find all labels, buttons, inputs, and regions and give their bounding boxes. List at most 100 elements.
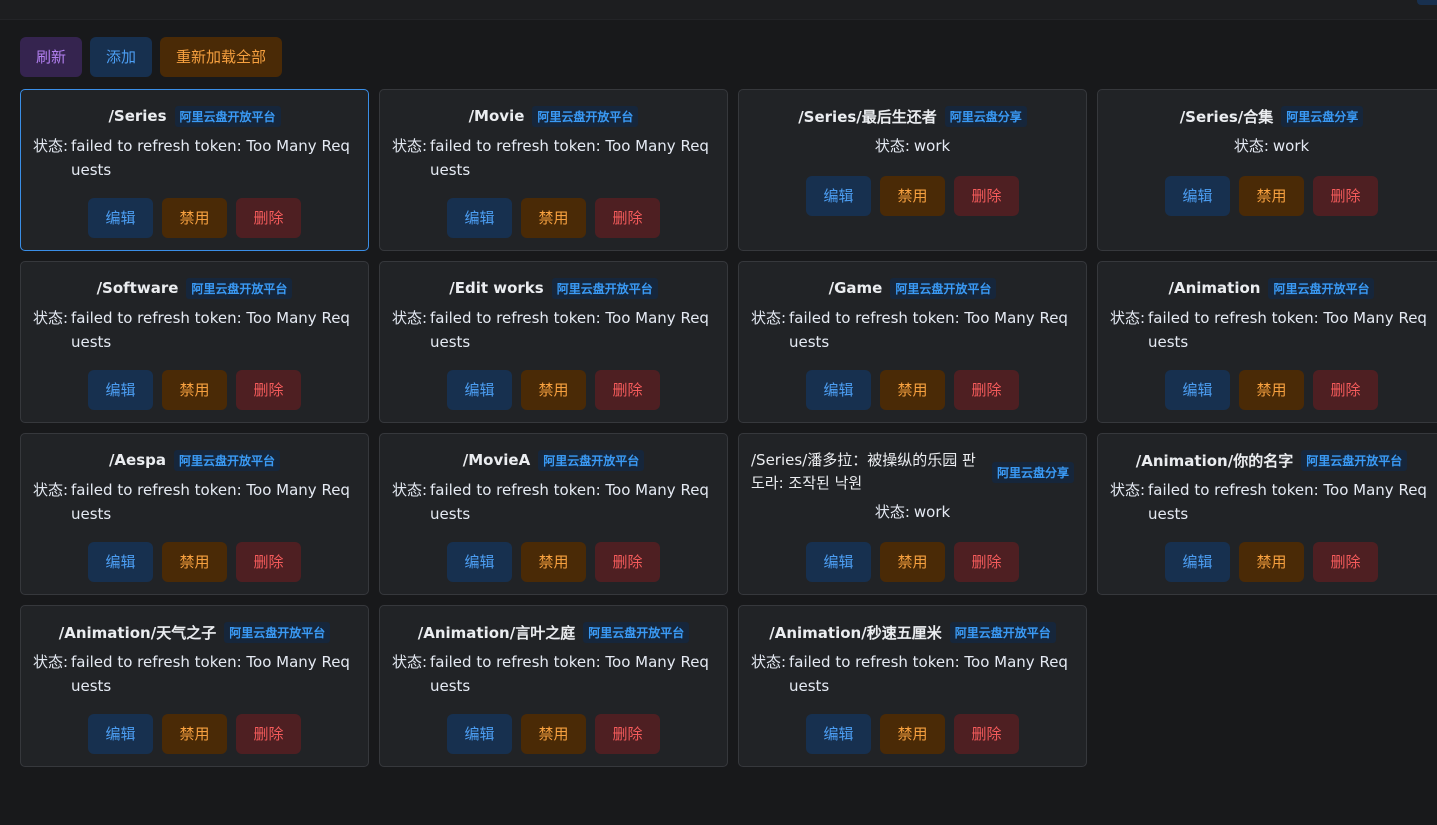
card-header: /Animation/言叶之庭 阿里云盘开放平台 [392, 606, 715, 654]
status-line: 状态: failed to refresh token: Too Many Re… [751, 650, 1074, 698]
edit-button[interactable]: 编辑 [1165, 176, 1230, 216]
mount-path: /Game [828, 279, 883, 297]
disable-button[interactable]: 禁用 [162, 542, 227, 582]
disable-button[interactable]: 禁用 [1239, 176, 1304, 216]
status-line: 状态: failed to refresh token: Too Many Re… [33, 134, 356, 182]
delete-button[interactable]: 删除 [954, 542, 1019, 582]
card-actions: 编辑 禁用 删除 [33, 370, 356, 410]
mount-path: /Movie [468, 107, 525, 125]
status-value: failed to refresh token: Too Many Reques… [789, 309, 1068, 351]
storage-card: /Aespa 阿里云盘开放平台 状态: failed to refresh to… [20, 433, 369, 595]
delete-button[interactable]: 删除 [236, 198, 301, 238]
status-label: 状态: [751, 653, 787, 671]
card-header: /Series/合集 阿里云盘分享 [1110, 90, 1433, 138]
edit-button[interactable]: 编辑 [806, 714, 871, 754]
status-value: failed to refresh token: Too Many Reques… [1148, 309, 1427, 351]
edit-button[interactable]: 编辑 [1165, 542, 1230, 582]
delete-button[interactable]: 删除 [954, 714, 1019, 754]
storage-card: /Software 阿里云盘开放平台 状态: failed to refresh… [20, 261, 369, 423]
driver-badge: 阿里云盘开放平台 [532, 105, 639, 127]
delete-button[interactable]: 删除 [595, 714, 660, 754]
card-actions: 编辑 禁用 删除 [392, 542, 715, 582]
disable-button[interactable]: 禁用 [880, 714, 945, 754]
disable-button[interactable]: 禁用 [521, 542, 586, 582]
storage-card: /Series/合集 阿里云盘分享 状态: work 编辑 禁用 删除 [1097, 89, 1437, 251]
edit-button[interactable]: 编辑 [447, 714, 512, 754]
delete-button[interactable]: 删除 [236, 542, 301, 582]
status-label: 状态: [1110, 309, 1146, 327]
driver-badge: 阿里云盘分享 [944, 105, 1027, 127]
card-header: /Movie 阿里云盘开放平台 [392, 90, 715, 138]
status-label: 状态: [392, 137, 428, 155]
edit-button[interactable]: 编辑 [806, 176, 871, 216]
edit-button[interactable]: 编辑 [88, 714, 153, 754]
disable-button[interactable]: 禁用 [1239, 542, 1304, 582]
card-header: /Animation/天气之子 阿里云盘开放平台 [33, 606, 356, 654]
delete-button[interactable]: 删除 [1313, 370, 1378, 410]
delete-button[interactable]: 删除 [954, 176, 1019, 216]
disable-button[interactable]: 禁用 [880, 370, 945, 410]
edit-button[interactable]: 编辑 [806, 370, 871, 410]
status-line: 状态: failed to refresh token: Too Many Re… [392, 134, 715, 182]
disable-button[interactable]: 禁用 [521, 198, 586, 238]
delete-button[interactable]: 删除 [595, 370, 660, 410]
mount-path: /Animation/你的名字 [1135, 451, 1294, 470]
edit-button[interactable]: 编辑 [88, 542, 153, 582]
edit-button[interactable]: 编辑 [806, 542, 871, 582]
delete-button[interactable]: 删除 [1313, 542, 1378, 582]
status-value: work [913, 137, 951, 155]
delete-button[interactable]: 删除 [236, 370, 301, 410]
status-value: failed to refresh token: Too Many Reques… [430, 653, 709, 695]
driver-badge: 阿里云盘开放平台 [224, 621, 331, 643]
disable-button[interactable]: 禁用 [162, 714, 227, 754]
status-value: failed to refresh token: Too Many Reques… [1148, 481, 1427, 523]
storage-card: /Animation/你的名字 阿里云盘开放平台 状态: failed to r… [1097, 433, 1437, 595]
edit-button[interactable]: 编辑 [88, 370, 153, 410]
storage-card: /MovieA 阿里云盘开放平台 状态: failed to refresh t… [379, 433, 728, 595]
delete-button[interactable]: 删除 [1313, 176, 1378, 216]
disable-button[interactable]: 禁用 [162, 198, 227, 238]
storage-card: /Edit works 阿里云盘开放平台 状态: failed to refre… [379, 261, 728, 423]
disable-button[interactable]: 禁用 [162, 370, 227, 410]
delete-button[interactable]: 删除 [954, 370, 1019, 410]
mount-path: /Animation/言叶之庭 [417, 623, 576, 642]
edit-button[interactable]: 编辑 [88, 198, 153, 238]
card-actions: 编辑 禁用 删除 [33, 542, 356, 582]
edit-button[interactable]: 编辑 [447, 370, 512, 410]
driver-badge: 阿里云盘开放平台 [174, 105, 281, 127]
status-label: 状态: [392, 653, 428, 671]
card-header: /Edit works 阿里云盘开放平台 [392, 262, 715, 310]
mount-path: /Edit works [449, 279, 544, 297]
driver-badge: 阿里云盘分享 [1281, 105, 1364, 127]
status-label: 状态: [33, 481, 69, 499]
status-value: failed to refresh token: Too Many Reques… [430, 309, 709, 351]
disable-button[interactable]: 禁用 [880, 542, 945, 582]
delete-button[interactable]: 删除 [595, 542, 660, 582]
status-label: 状态: [392, 309, 428, 327]
reload-all-button[interactable]: 重新加载全部 [160, 37, 283, 77]
delete-button[interactable]: 删除 [595, 198, 660, 238]
refresh-button[interactable]: 刷新 [20, 37, 83, 77]
driver-badge: 阿里云盘开放平台 [949, 621, 1056, 643]
delete-button[interactable]: 删除 [236, 714, 301, 754]
status-value: work [913, 503, 951, 521]
edit-button[interactable]: 编辑 [1165, 370, 1230, 410]
status-line: 状态: work [1110, 134, 1433, 158]
edit-button[interactable]: 编辑 [447, 198, 512, 238]
disable-button[interactable]: 禁用 [521, 714, 586, 754]
status-line: 状态: failed to refresh token: Too Many Re… [33, 478, 356, 526]
storage-card: /Animation/天气之子 阿里云盘开放平台 状态: failed to r… [20, 605, 369, 767]
disable-button[interactable]: 禁用 [521, 370, 586, 410]
disable-button[interactable]: 禁用 [1239, 370, 1304, 410]
disable-button[interactable]: 禁用 [880, 176, 945, 216]
storage-card: /Series 阿里云盘开放平台 状态: failed to refresh t… [20, 89, 369, 251]
card-actions: 编辑 禁用 删除 [33, 714, 356, 754]
edit-button[interactable]: 编辑 [447, 542, 512, 582]
mount-path: /Animation [1168, 279, 1261, 297]
status-label: 状态: [1233, 137, 1269, 155]
driver-badge: 阿里云盘开放平台 [186, 277, 293, 299]
storage-card: /Game 阿里云盘开放平台 状态: failed to refresh tok… [738, 261, 1087, 423]
driver-badge: 阿里云盘开放平台 [1301, 449, 1408, 471]
card-header: /Animation/你的名字 阿里云盘开放平台 [1110, 434, 1433, 482]
add-button[interactable]: 添加 [90, 37, 153, 77]
